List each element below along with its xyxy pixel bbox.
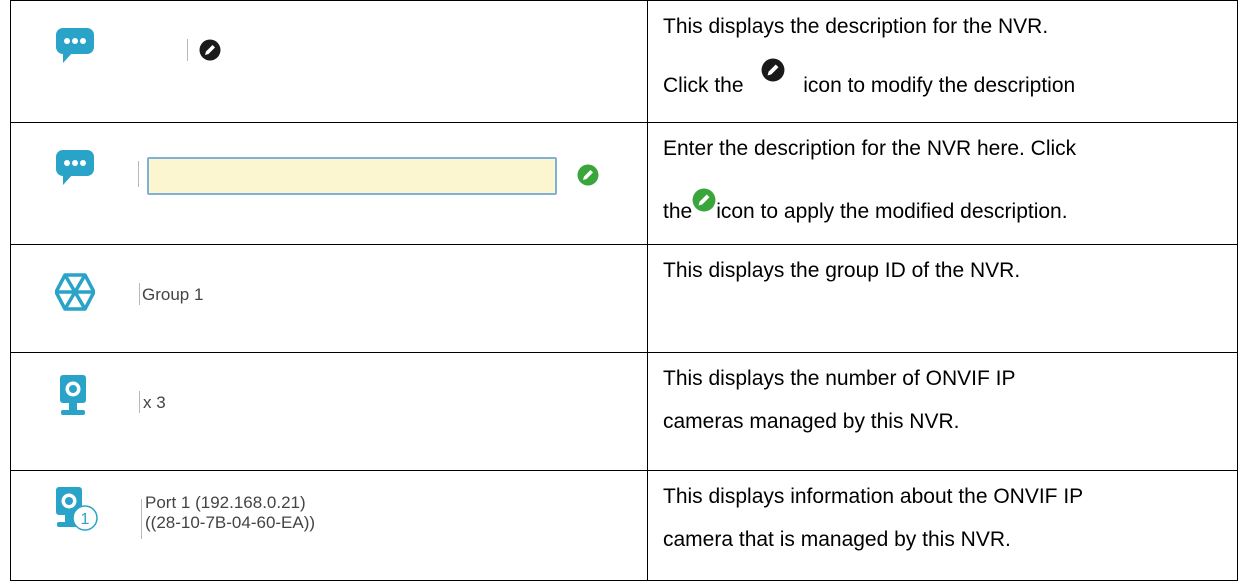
explanation-cell: This displays the number of ONVIF IP cam… xyxy=(647,352,1238,471)
ui-cell xyxy=(10,122,648,245)
port-info-line: Port 1 (192.168.0.21) xyxy=(145,493,306,512)
table-row-description-edit: Enter the description for the NVR here. … xyxy=(10,122,1238,245)
separator xyxy=(141,499,142,539)
mac-address-line: ((28-10-7B-04-60-EA)) xyxy=(145,513,316,532)
group-id-value: Group 1 xyxy=(142,285,204,304)
explanation-cell: Enter the description for the NVR here. … xyxy=(647,122,1238,245)
pencil-green-icon xyxy=(692,188,716,212)
explanation-text: icon to apply the modified description. xyxy=(716,199,1068,223)
description-input[interactable] xyxy=(147,157,557,195)
explanation-line: This displays the description for the NV… xyxy=(663,15,1049,38)
speech-bubble-icon xyxy=(56,28,94,63)
explanation-cell: This displays the group ID of the NVR. xyxy=(647,244,1238,353)
explanation-cell: This displays the description for the NV… xyxy=(647,0,1238,123)
speech-bubble-icon xyxy=(56,150,94,185)
group-hexagon-icon xyxy=(55,273,95,311)
explanation-text: icon to modify the description xyxy=(803,73,1076,97)
description-table: This displays the description for the NV… xyxy=(10,0,1238,581)
pencil-black-icon xyxy=(761,58,785,82)
ui-cell xyxy=(10,0,648,123)
table-row-camera-info: 1 Port 1 (192.168.0.21) ((28-10-7B-04-60… xyxy=(10,470,1238,581)
explanation-line: camera that is managed by this NVR. xyxy=(663,527,1011,551)
explanation-cell: This displays information about the ONVI… xyxy=(647,470,1238,581)
ui-cell: x 3 xyxy=(10,352,648,471)
explanation-text: the xyxy=(663,199,693,223)
table-row-description: This displays the description for the NV… xyxy=(10,0,1238,123)
separator xyxy=(187,39,188,61)
separator xyxy=(138,161,139,187)
explanation-line: Enter the description for the NVR here. … xyxy=(663,137,1077,160)
separator xyxy=(139,283,140,305)
table-row-group: Group 1 This displays the group ID of th… xyxy=(10,244,1238,353)
apply-pencil-icon[interactable] xyxy=(577,164,599,186)
explanation-line: cameras managed by this NVR. xyxy=(663,409,960,433)
explanation-line: This displays information about the ONVI… xyxy=(663,485,1084,508)
ip-camera-icon xyxy=(60,375,86,415)
edit-pencil-icon[interactable] xyxy=(199,39,221,61)
explanation-line: This displays the group ID of the NVR. xyxy=(663,259,1021,282)
camera-count-value: x 3 xyxy=(143,393,166,412)
separator xyxy=(139,391,140,413)
table-row-camera-count: x 3 This displays the number of ONVIF IP… xyxy=(10,352,1238,471)
ui-cell: 1 Port 1 (192.168.0.21) ((28-10-7B-04-60… xyxy=(10,470,648,581)
ui-cell: Group 1 xyxy=(10,244,648,353)
explanation-text: Click the xyxy=(663,73,744,97)
ip-camera-port-icon: 1 xyxy=(56,487,98,531)
explanation-line: This displays the number of ONVIF IP xyxy=(663,367,1016,390)
port-badge-number: 1 xyxy=(81,511,90,528)
